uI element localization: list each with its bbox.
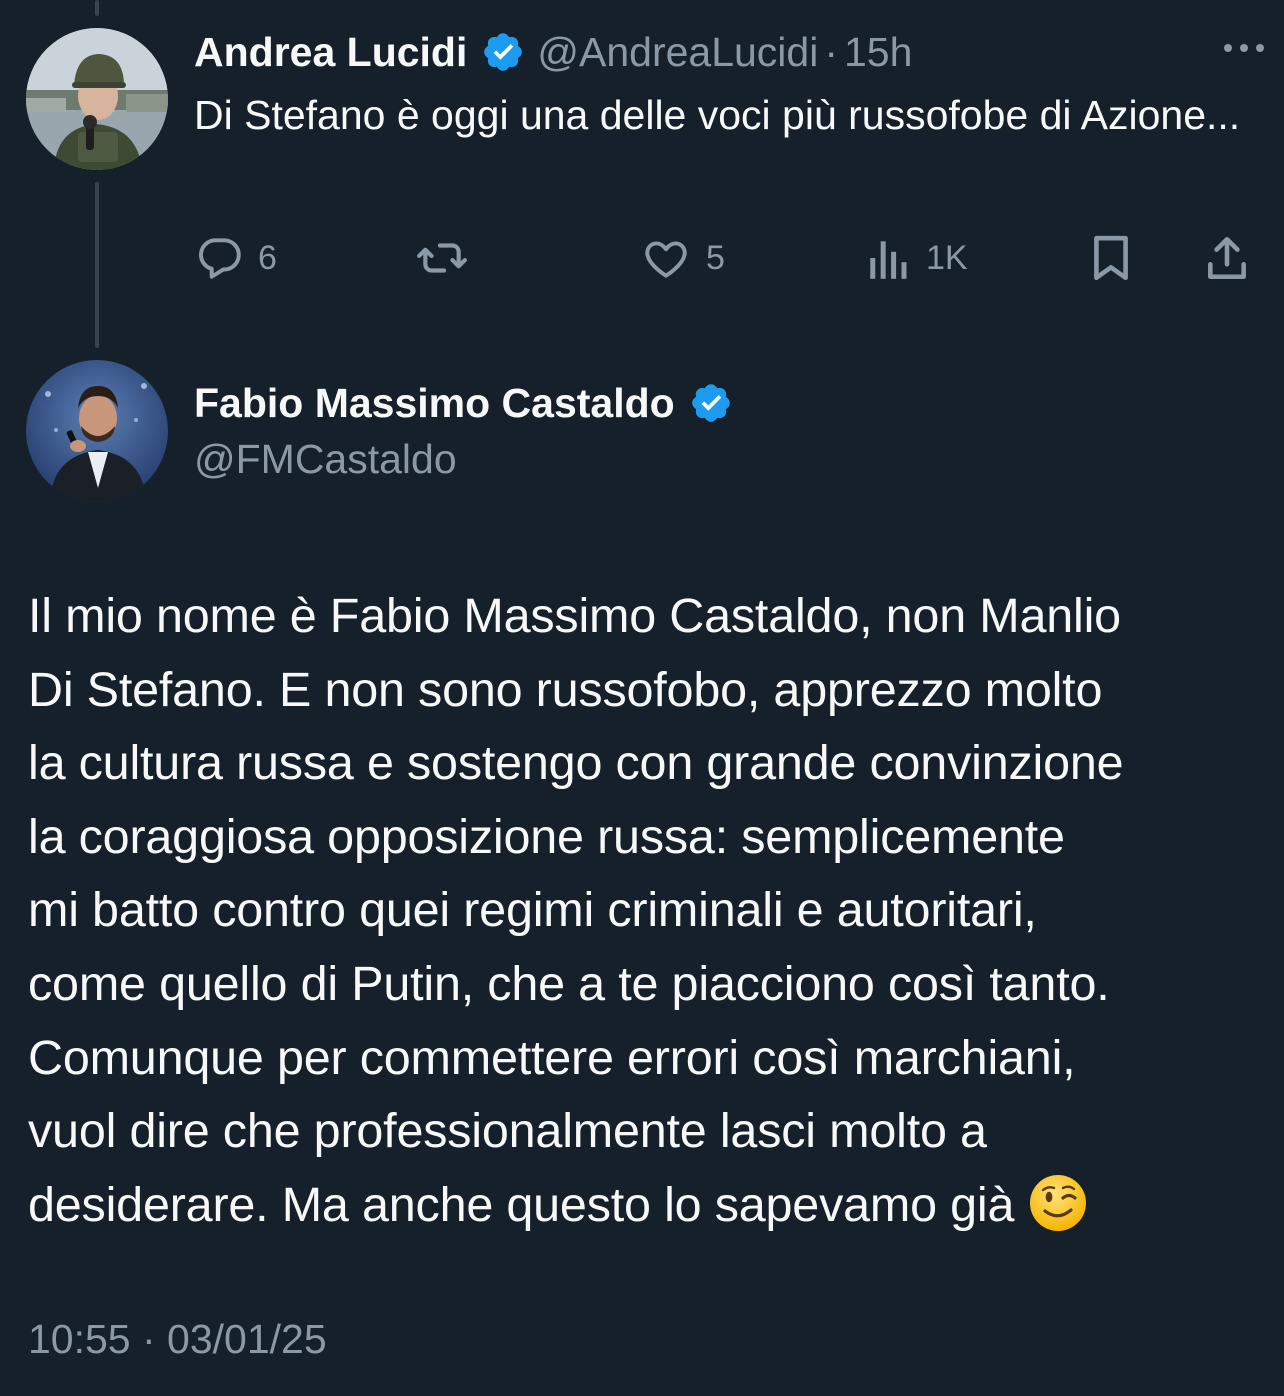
bookmark-button[interactable] <box>1088 228 1134 288</box>
reply-icon <box>194 233 244 283</box>
tweet-text-line-content: desiderare. Ma anche questo lo sapevamo … <box>28 1177 1015 1232</box>
more-icon[interactable] <box>1222 36 1266 60</box>
main-author-handle[interactable]: @FMCastaldo <box>194 436 457 483</box>
share-icon <box>1204 233 1250 283</box>
like-button[interactable]: 5 <box>640 228 725 288</box>
avatar-andrea-lucidi[interactable] <box>26 28 168 170</box>
views-button[interactable]: 1K <box>866 228 968 288</box>
tweet-text-line-last: desiderare. Ma anche questo lo sapevamo … <box>28 1169 1264 1243</box>
verified-badge-icon <box>689 381 733 425</box>
tweet-text-line: la cultura russa e sostengo con grande c… <box>28 736 1124 791</box>
parent-time-ago[interactable]: 15h <box>844 29 912 76</box>
reply-button[interactable]: 6 <box>194 228 277 288</box>
header-separator: · <box>824 28 838 75</box>
view-count: 1K <box>926 238 968 277</box>
retweet-button[interactable] <box>414 228 484 288</box>
winking-face-emoji-icon <box>1028 1173 1088 1233</box>
tweet-text-line: vuol dire che professionalmente lasci mo… <box>28 1104 987 1159</box>
tweet-text-line: la coraggiosa opposizione russa: semplic… <box>28 809 1065 864</box>
views-icon <box>866 233 912 283</box>
like-count: 5 <box>706 238 725 277</box>
tweet-text-line: Di Stefano. E non sono russofobo, apprez… <box>28 662 1103 717</box>
bookmark-icon <box>1088 233 1134 283</box>
main-tweet-header: Fabio Massimo Castaldo <box>194 375 733 431</box>
thread-line-top <box>95 0 99 16</box>
avatar-fabio-massimo-castaldo[interactable] <box>26 360 168 502</box>
main-tweet-text: Il mio nome è Fabio Massimo Castaldo, no… <box>28 580 1264 1242</box>
verified-badge-icon <box>481 30 525 74</box>
parent-tweet-text: Di Stefano è oggi una delle voci più rus… <box>194 92 1241 138</box>
main-author-name[interactable]: Fabio Massimo Castaldo <box>194 380 675 427</box>
parent-tweet-header: Andrea Lucidi @AndreaLucidi · 15h <box>194 24 912 80</box>
share-button[interactable] <box>1204 228 1250 288</box>
tweet-text-line: Comunque per commettere errori così marc… <box>28 1030 1076 1085</box>
tweet-text-line: come quello di Putin, che a te piacciono… <box>28 956 1110 1011</box>
tweet-timestamp[interactable]: 10:55 · 03/01/25 <box>28 1316 327 1363</box>
parent-tweet-actions: 6 5 1K <box>0 228 1284 288</box>
tweet-text-line: mi batto contro quei regimi criminali e … <box>28 883 1037 938</box>
reply-count: 6 <box>258 238 277 277</box>
tweet-text-line: Il mio nome è Fabio Massimo Castaldo, no… <box>28 589 1121 643</box>
like-icon <box>640 233 692 283</box>
parent-author-name[interactable]: Andrea Lucidi <box>194 29 467 76</box>
parent-author-handle[interactable]: @AndreaLucidi <box>537 29 818 76</box>
retweet-icon <box>414 233 470 283</box>
